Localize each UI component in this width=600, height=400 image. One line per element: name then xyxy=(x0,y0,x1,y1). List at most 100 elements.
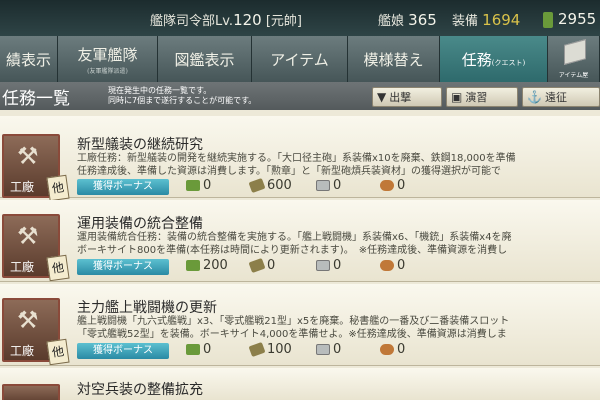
reward-ammo: 600 xyxy=(248,177,292,194)
bonus-badge: 獲得ボーナス xyxy=(77,179,169,195)
filter-expedition-label: 遠征 xyxy=(544,91,567,104)
exercise-icon: ▣ xyxy=(451,90,463,104)
quest-category-label: 工廠 xyxy=(10,344,35,358)
hq-level: 艦隊司令部Lv.120 [元帥] xyxy=(150,10,302,29)
reward-bauxite: 0 xyxy=(380,342,405,357)
tab-friend-fleet[interactable]: 友軍艦隊 (友軍艦隊派遣) xyxy=(58,36,158,82)
quest-desc-line: ボーキサイト800を準備(本任務は時間により更新されます)。 ※任務達成後、準備… xyxy=(77,245,508,256)
bauxite-icon xyxy=(380,260,394,271)
hammer-icon: ⚒ xyxy=(17,142,39,170)
reward-ammo-value: 0 xyxy=(267,258,276,273)
reward-bauxite: 0 xyxy=(380,178,405,193)
reward-fuel-value: 0 xyxy=(203,342,212,357)
quest-list: ⚒ 工廠 他 新型艤装の継続研究 工廠任務：新型艤装の開発を継続実施する。「大口… xyxy=(0,110,600,400)
reward-fuel: 0 xyxy=(186,178,211,193)
quest-title: 主力艦上戦闘機の更新 xyxy=(77,300,217,316)
reward-steel: 0 xyxy=(316,178,341,193)
quest-category-badge: ⚒ 工廠 他 xyxy=(2,298,70,366)
reward-steel-value: 0 xyxy=(333,342,342,357)
tab-friend-fleet-sub: (友軍艦隊派遣) xyxy=(87,67,128,75)
item-shop-button[interactable]: アイテム屋 xyxy=(548,36,600,82)
tab-items[interactable]: アイテム xyxy=(252,36,348,82)
tab-furniture-label: 模様替え xyxy=(363,50,424,69)
item-shop-icon xyxy=(564,39,586,65)
quest-desc-line: 艦上戦闘機「九六式艦戦」x3、「零式艦戦21型」x5を廃棄。秘書艦の一番及び二番… xyxy=(77,316,510,327)
hq-label: 艦隊司令部Lv. xyxy=(150,14,234,29)
quest-description: 運用装備統合任務：装備の統合整備を実施する。「艦上戦闘機」系装備x6、「機銃」系… xyxy=(77,231,600,257)
item-shop-label: アイテム屋 xyxy=(558,72,589,79)
equip-count-label: 装備 xyxy=(452,14,479,29)
bonus-badge: 獲得ボーナス xyxy=(77,259,169,275)
header-desc-line1: 現在発生中の任務一覧です。 xyxy=(108,86,212,95)
tab-items-label: アイテム xyxy=(270,50,329,69)
tab-quests-label: 任務 xyxy=(461,50,492,69)
tab-encyclopedia[interactable]: 図鑑表示 xyxy=(158,36,252,82)
reward-bauxite: 0 xyxy=(380,258,405,273)
reward-fuel: 0 xyxy=(186,342,211,357)
steel-icon xyxy=(316,180,330,191)
ammo-icon xyxy=(248,341,266,358)
game-screen: 艦隊司令部Lv.120 [元帥] 艦娘 365 装備 1694 2955 績表示… xyxy=(0,0,600,400)
filter-exercise-label: 演習 xyxy=(465,91,488,104)
quest-row[interactable]: 対空兵装の整備拡充 xyxy=(0,368,600,400)
ship-count: 艦娘 365 xyxy=(378,10,437,29)
tab-record-label: 績表示 xyxy=(5,50,51,69)
equip-count-value: 1694 xyxy=(482,11,521,29)
quest-row[interactable]: ⚒ 工廠 他 主力艦上戦闘機の更新 艦上戦闘機「九六式艦戦」x3、「零式艦戦21… xyxy=(0,284,600,366)
tab-furniture[interactable]: 模様替え xyxy=(348,36,440,82)
quest-desc-line: 運用装備統合任務：装備の統合整備を実施する。「艦上戦闘機」系装備x6、「機銃」系… xyxy=(77,232,512,243)
filter-expedition-button[interactable]: ⚓ 遠征 xyxy=(522,87,600,107)
reward-bauxite-value: 0 xyxy=(397,342,406,357)
hq-title: [元帥] xyxy=(265,14,302,29)
quest-category-badge: ⚒ 工廠 他 xyxy=(2,214,70,282)
tab-record[interactable]: 績表示 xyxy=(0,36,58,82)
ammo-icon xyxy=(248,257,266,274)
header-desc-line2: 同時に7個まで遂行することが可能です。 xyxy=(108,96,257,105)
reward-steel-value: 0 xyxy=(333,258,342,273)
quest-row[interactable]: ⚒ 工廠 他 新型艤装の継続研究 工廠任務：新型艤装の開発を継続実施する。「大口… xyxy=(0,116,600,202)
quest-type-stamp: 他 xyxy=(46,174,70,202)
quest-description: 艦上戦闘機「九六式艦戦」x3、「零式艦戦21型」x5を廃棄。秘書艦の一番及び二番… xyxy=(77,315,600,341)
bauxite-icon xyxy=(380,344,394,355)
reward-steel-value: 0 xyxy=(333,178,342,193)
quest-title: 運用装備の統合整備 xyxy=(77,216,203,232)
filter-sortie-button[interactable]: ▼ 出撃 xyxy=(372,87,442,107)
quest-type-stamp: 他 xyxy=(46,338,70,366)
quest-category-badge: ⚒ 工廠 他 xyxy=(2,134,70,202)
main-nav: 績表示 友軍艦隊 (友軍艦隊派遣) 図鑑表示 アイテム 模様替え 任務(クエスト)… xyxy=(0,36,600,82)
reward-steel: 0 xyxy=(316,258,341,273)
reward-ammo: 0 xyxy=(248,257,276,274)
quest-desc-line: 「零式艦戦52型」を装備。ボーキサイト4,000を準備せよ。※任務達成後、準備資… xyxy=(77,329,507,340)
quest-category-badge xyxy=(2,384,60,400)
reward-ammo-value: 100 xyxy=(267,342,292,357)
steel-icon xyxy=(316,344,330,355)
tab-friend-fleet-label: 友軍艦隊 xyxy=(77,45,138,64)
quest-desc-line: 任務達成後、準備した資源は消費します。「勲章」と「新型砲熕兵装資材」の獲得選択が… xyxy=(77,166,501,177)
quest-title: 新型艤装の継続研究 xyxy=(77,137,203,153)
reward-ammo: 100 xyxy=(248,341,292,358)
tab-quests-sub: (クエスト) xyxy=(491,58,526,67)
hammer-icon: ⚒ xyxy=(17,222,39,250)
quest-category-label: 工廠 xyxy=(10,260,35,274)
equip-count: 装備 1694 xyxy=(452,10,520,29)
ship-count-label: 艦娘 xyxy=(378,14,405,29)
quest-desc-line: 工廠任務：新型艤装の開発を継続実施する。「大口径主砲」系装備x10を廃棄、鉄鋼1… xyxy=(77,153,516,164)
tab-quests[interactable]: 任務(クエスト) xyxy=(440,36,548,82)
bonus-badge: 獲得ボーナス xyxy=(77,343,169,359)
filter-exercise-button[interactable]: ▣ 演習 xyxy=(446,87,518,107)
page-title: 任務一覧 xyxy=(2,89,70,109)
sortie-icon: ▼ xyxy=(377,90,387,104)
reward-fuel-value: 200 xyxy=(203,258,228,273)
header-description: 現在発生中の任務一覧です。 同時に7個まで遂行することが可能です。 xyxy=(108,86,256,106)
quest-row[interactable]: ⚒ 工廠 他 運用装備の統合整備 運用装備統合任務：装備の統合整備を実施する。「… xyxy=(0,200,600,282)
reward-fuel-value: 0 xyxy=(203,178,212,193)
bauxite-icon xyxy=(380,180,394,191)
tab-quests-text: 任務(クエスト) xyxy=(462,49,525,70)
hammer-icon: ⚒ xyxy=(17,306,39,334)
reward-bauxite-value: 0 xyxy=(397,258,406,273)
quest-category-label: 工廠 xyxy=(10,180,35,194)
fuel-icon xyxy=(186,180,200,191)
quest-header: 任務一覧 現在発生中の任務一覧です。 同時に7個まで遂行することが可能です。 ▼ 出… xyxy=(0,82,600,110)
fuel-icon xyxy=(186,344,200,355)
filter-sortie-label: 出撃 xyxy=(389,91,412,104)
